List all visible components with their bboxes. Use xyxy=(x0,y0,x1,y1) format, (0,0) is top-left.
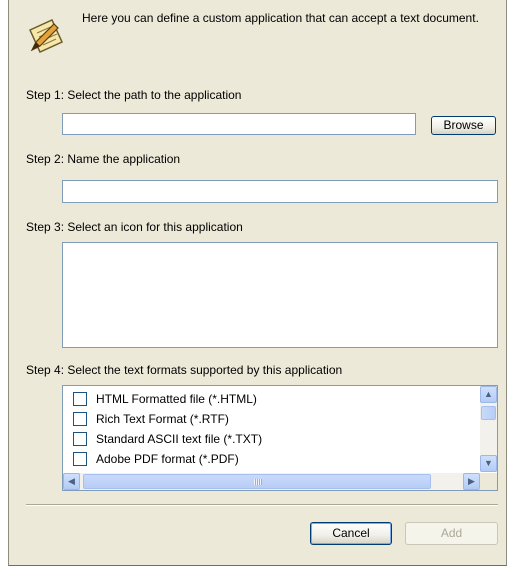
format-label: HTML Formatted file (*.HTML) xyxy=(96,392,257,406)
footer-divider xyxy=(26,504,498,506)
application-name-input[interactable] xyxy=(62,180,498,203)
format-label: Rich Text Format (*.RTF) xyxy=(96,412,229,426)
browse-button[interactable]: Browse xyxy=(431,116,496,135)
chevron-left-icon[interactable]: ◀ xyxy=(63,473,80,490)
step1-label: Step 1: Select the path to the applicati… xyxy=(26,88,242,102)
step3-label: Step 3: Select an icon for this applicat… xyxy=(26,220,243,234)
format-item-html[interactable]: HTML Formatted file (*.HTML) xyxy=(73,390,257,410)
chevron-up-icon[interactable]: ▲ xyxy=(480,386,497,403)
notepad-pencil-icon xyxy=(29,19,63,53)
format-item-rtf[interactable]: Rich Text Format (*.RTF) xyxy=(73,410,229,430)
chevron-right-icon[interactable]: ▶ xyxy=(463,473,480,490)
scrollbar-corner xyxy=(480,473,497,490)
checkbox[interactable] xyxy=(73,391,87,406)
icon-selection-box[interactable] xyxy=(62,242,498,348)
horizontal-scroll-thumb[interactable] xyxy=(83,474,431,489)
horizontal-scrollbar[interactable]: ◀ ▶ xyxy=(63,473,497,490)
format-label: Adobe PDF format (*.PDF) xyxy=(96,452,239,466)
step4-label: Step 4: Select the text formats supporte… xyxy=(26,363,343,377)
format-item-pdf[interactable]: Adobe PDF format (*.PDF) xyxy=(73,450,239,470)
add-button[interactable]: Add xyxy=(405,522,498,545)
application-path-input[interactable] xyxy=(62,113,416,135)
format-label: Standard ASCII text file (*.TXT) xyxy=(96,432,263,446)
text-formats-list[interactable]: HTML Formatted file (*.HTML) Rich Text F… xyxy=(62,385,498,491)
checkbox[interactable] xyxy=(73,431,87,446)
checkbox[interactable] xyxy=(73,451,87,466)
vertical-scrollbar[interactable]: ▲ ▼ xyxy=(480,386,497,472)
step2-label: Step 2: Name the application xyxy=(26,152,181,166)
chevron-down-icon[interactable]: ▼ xyxy=(480,455,497,472)
header-description: Here you can define a custom application… xyxy=(82,11,479,25)
cancel-button[interactable]: Cancel xyxy=(310,522,392,545)
format-item-txt[interactable]: Standard ASCII text file (*.TXT) xyxy=(73,430,262,450)
vertical-scroll-thumb[interactable] xyxy=(481,406,496,420)
scroll-grip xyxy=(254,479,262,485)
checkbox[interactable] xyxy=(73,411,87,426)
